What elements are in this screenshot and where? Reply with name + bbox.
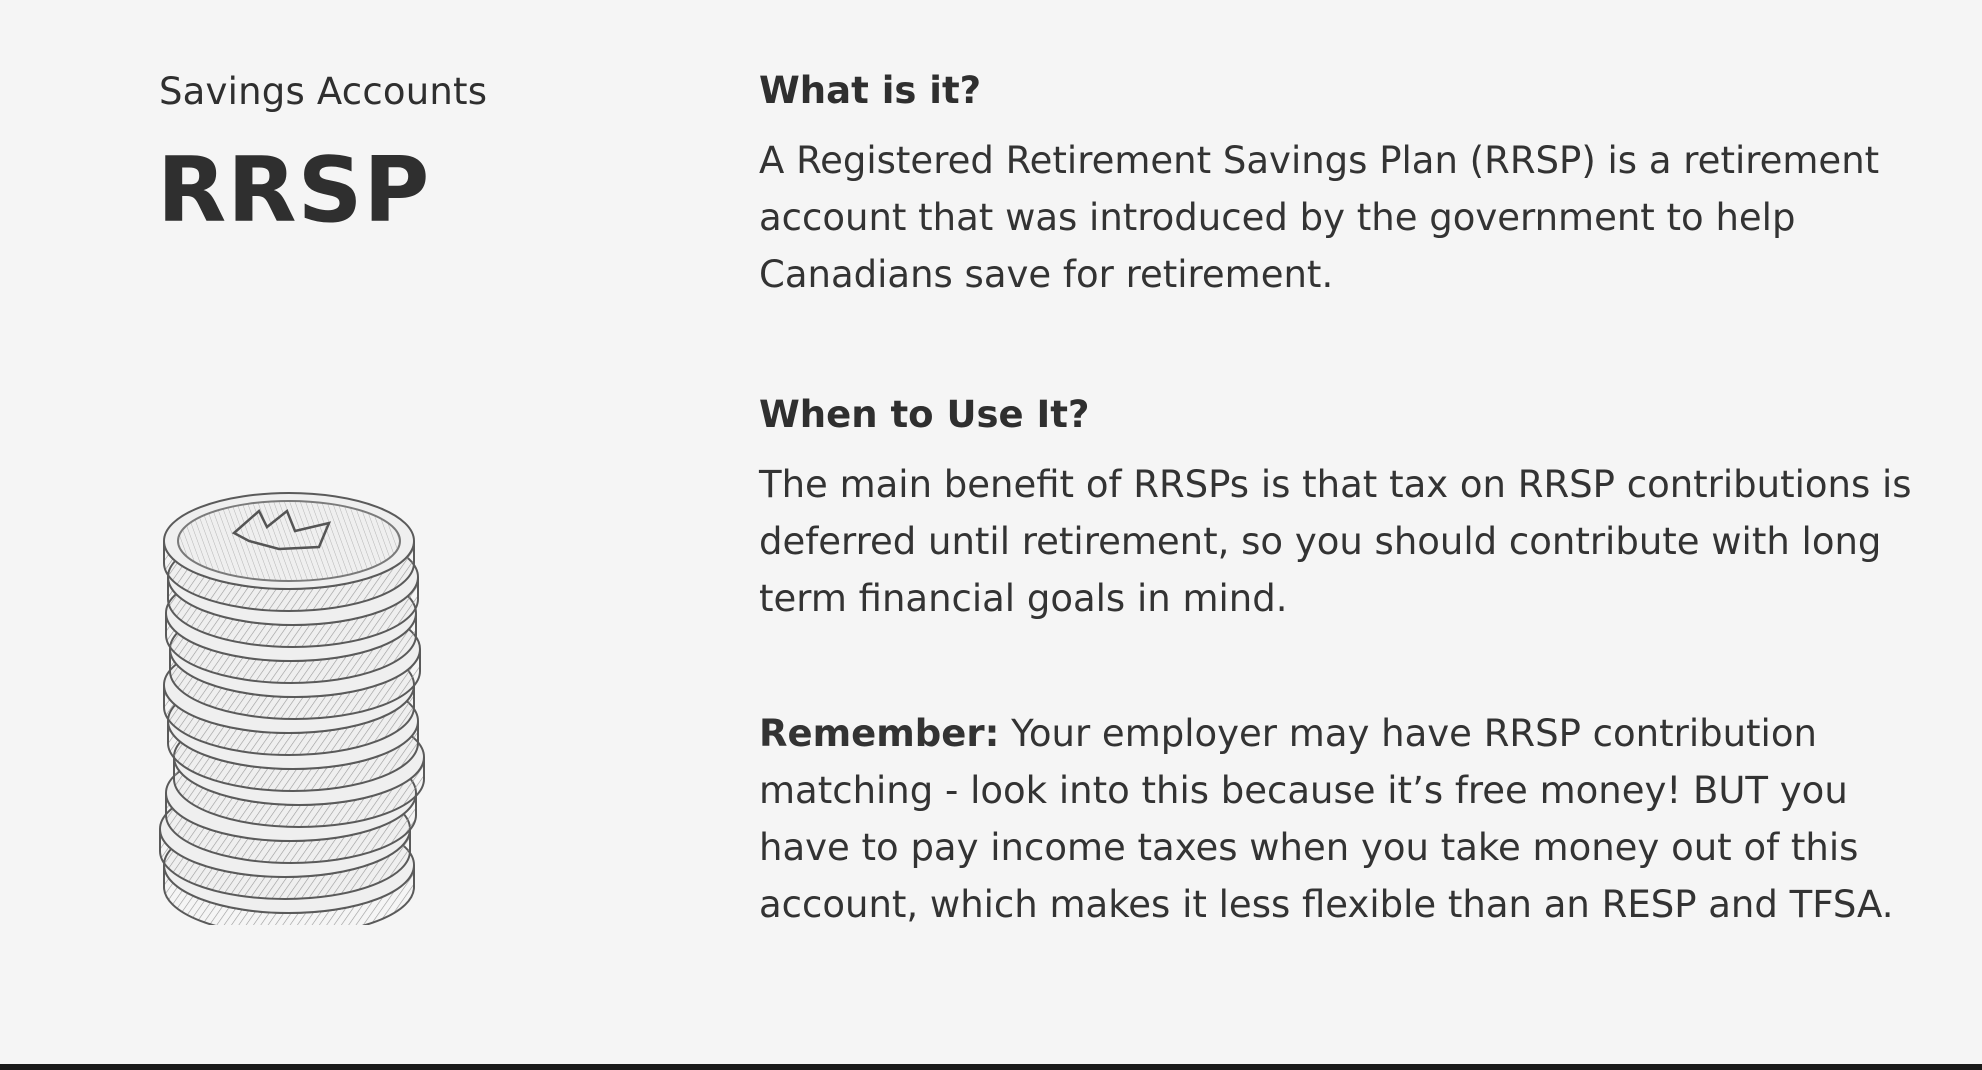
remember-first-line-text: Your employer may have RRSP contribution [999, 712, 1817, 755]
bottom-rule [0, 1064, 1982, 1070]
paragraph-line: matching - look into this because it’s f… [759, 769, 1848, 812]
paragraph-line: A Registered Retirement Savings Plan (RR… [759, 139, 1880, 182]
page-title: RRSP [157, 138, 431, 243]
slide: Savings Accounts RRSP What is it? A Regi… [0, 0, 1982, 1064]
paragraph-line: Remember: Your employer may have RRSP co… [759, 705, 1909, 762]
what-is-it-paragraph: A Registered Retirement Savings Plan (RR… [759, 132, 1909, 303]
remember-section: Remember: Your employer may have RRSP co… [759, 705, 1909, 933]
when-to-use-paragraph: The main benefit of RRSPs is that tax on… [759, 456, 1912, 627]
what-is-it-heading: What is it? [759, 69, 982, 112]
when-to-use-section: When to Use It? The main benefit of RRSP… [759, 388, 1912, 627]
paragraph-line: Canadians save for retirement. [759, 253, 1334, 296]
paragraph-line: account, which makes it less flexible th… [759, 883, 1894, 926]
paragraph-line: have to pay income taxes when you take m… [759, 826, 1859, 869]
coin-stack-icon [159, 492, 425, 925]
paragraph-line: The main benefit of RRSPs is that tax on… [759, 463, 1912, 506]
when-to-use-heading: When to Use It? [759, 393, 1090, 436]
remember-paragraph: Remember: Your employer may have RRSP co… [759, 705, 1909, 933]
paragraph-line: account that was introduced by the gover… [759, 196, 1796, 239]
paragraph-line: deferred until retirement, so you should… [759, 520, 1882, 563]
paragraph-line: term financial goals in mind. [759, 577, 1288, 620]
what-is-it-section: What is it? A Registered Retirement Savi… [759, 64, 1909, 303]
section-label: Savings Accounts [159, 70, 488, 113]
remember-label: Remember: [759, 712, 1000, 755]
